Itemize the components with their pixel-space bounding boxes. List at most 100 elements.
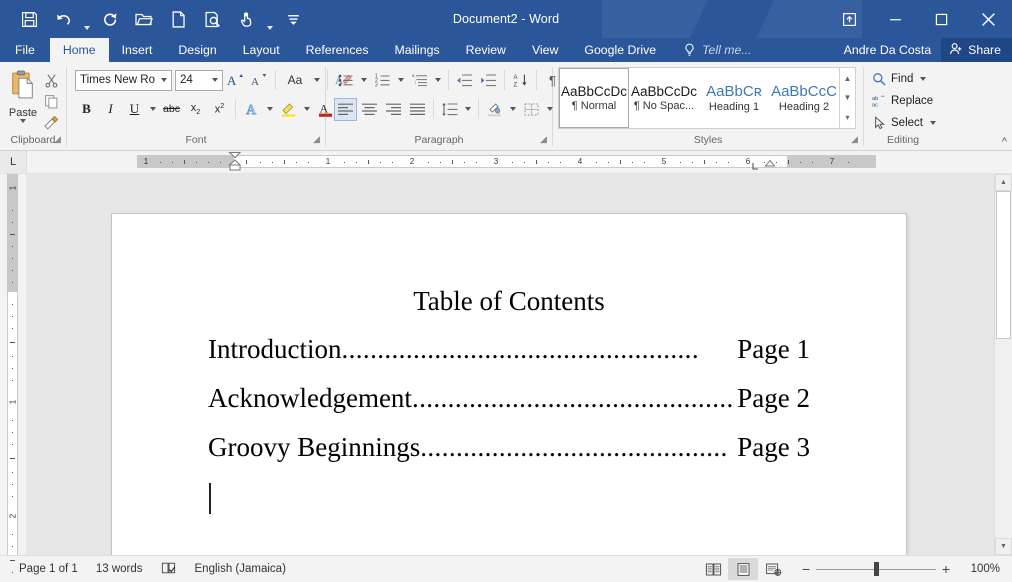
italic-button[interactable]: I xyxy=(99,98,122,121)
customize-qat-icon[interactable] xyxy=(276,4,310,34)
document-canvas[interactable]: Table of Contents Introduction .........… xyxy=(27,174,994,555)
paragraph-dialog-launcher-icon[interactable]: ◢ xyxy=(539,135,548,144)
change-case-button[interactable]: Aa xyxy=(280,69,310,92)
highlight-dropdown-icon[interactable] xyxy=(301,98,313,121)
collapse-ribbon-icon[interactable]: ^ xyxy=(1002,136,1007,148)
justify-icon[interactable] xyxy=(406,98,429,121)
decrease-indent-icon[interactable] xyxy=(453,69,476,92)
paste-button[interactable]: Paste xyxy=(5,68,41,132)
superscript-button[interactable]: x2 xyxy=(208,98,231,121)
tab-layout[interactable]: Layout xyxy=(230,38,293,62)
style-heading-2[interactable]: AaBbCcC Heading 2 xyxy=(769,68,839,128)
font-name-dropdown-icon[interactable] xyxy=(157,78,171,82)
tab-file[interactable]: File xyxy=(0,38,50,62)
font-size-dropdown-icon[interactable] xyxy=(208,78,222,82)
styles-more-icon[interactable]: ▾ xyxy=(840,109,855,126)
align-right-icon[interactable] xyxy=(382,98,405,121)
undo-dropdown-icon[interactable] xyxy=(80,0,93,39)
horizontal-ruler[interactable]: 1 1 2 3 4 5 6 7 xyxy=(27,151,986,173)
view-print-layout[interactable] xyxy=(728,558,758,580)
style-heading-1[interactable]: AaBbCʀ Heading 1 xyxy=(699,68,769,128)
format-painter-icon[interactable] xyxy=(41,113,61,132)
zoom-in-button[interactable]: + xyxy=(936,562,956,576)
shading-icon[interactable] xyxy=(483,98,506,121)
zoom-level[interactable]: 100% xyxy=(956,563,1004,575)
bullets-dropdown-icon[interactable] xyxy=(358,69,370,92)
minimize-button[interactable] xyxy=(872,3,918,35)
account-name[interactable]: Andre Da Costa xyxy=(844,38,942,62)
new-document-icon[interactable] xyxy=(161,4,195,34)
tell-me-search[interactable]: Tell me... xyxy=(669,38,761,62)
view-read-mode[interactable] xyxy=(698,558,728,580)
paste-dropdown-icon[interactable] xyxy=(20,119,26,123)
bold-button[interactable]: B xyxy=(75,98,98,121)
scrollbar-track[interactable] xyxy=(995,191,1012,538)
bullets-icon[interactable] xyxy=(334,69,357,92)
touch-mode-dropdown-icon[interactable] xyxy=(263,0,276,39)
tab-references[interactable]: References xyxy=(293,38,382,62)
copy-icon[interactable] xyxy=(41,92,61,111)
grow-font-icon[interactable]: A xyxy=(224,69,247,92)
shading-dropdown-icon[interactable] xyxy=(507,98,519,121)
tab-mailings[interactable]: Mailings xyxy=(382,38,453,62)
scroll-down-icon[interactable]: ▼ xyxy=(995,538,1012,555)
font-size-combo[interactable]: 24 xyxy=(175,69,223,91)
tab-view[interactable]: View xyxy=(519,38,571,62)
touch-mode-icon[interactable] xyxy=(229,4,263,34)
redo-icon[interactable] xyxy=(93,4,127,34)
find-dropdown-icon[interactable] xyxy=(920,76,927,81)
share-button[interactable]: Share xyxy=(941,38,1012,62)
align-center-icon[interactable] xyxy=(358,98,381,121)
tab-review[interactable]: Review xyxy=(453,38,519,62)
zoom-control[interactable]: − + 100% xyxy=(788,562,1004,576)
line-spacing-dropdown-icon[interactable] xyxy=(462,98,474,121)
page-count[interactable]: Page 1 of 1 xyxy=(10,556,87,582)
increase-indent-icon[interactable] xyxy=(477,69,500,92)
style-no-spacing[interactable]: AaBbCcDc ¶ No Spac... xyxy=(629,68,699,128)
vertical-ruler[interactable]: 1 1 2 xyxy=(0,174,27,573)
numbering-icon[interactable]: 123 xyxy=(371,69,394,92)
undo-icon[interactable] xyxy=(46,4,80,34)
text-effects-icon[interactable]: A xyxy=(240,98,263,121)
tab-selector[interactable]: L xyxy=(0,151,27,173)
borders-icon[interactable] xyxy=(520,98,543,121)
tab-google-drive[interactable]: Google Drive xyxy=(571,38,669,62)
styles-scroll-up-icon[interactable]: ▲ xyxy=(840,70,855,87)
zoom-slider-thumb[interactable] xyxy=(873,562,879,576)
change-case-dropdown-icon[interactable] xyxy=(311,69,323,92)
vertical-scrollbar[interactable]: ▲ ▼ xyxy=(994,174,1012,555)
highlight-color-icon[interactable] xyxy=(277,98,300,121)
ribbon-display-options-icon[interactable] xyxy=(826,3,872,35)
sort-icon[interactable]: AZ xyxy=(509,69,532,92)
text-effects-dropdown-icon[interactable] xyxy=(264,98,276,121)
save-icon[interactable] xyxy=(12,4,46,34)
cut-icon[interactable] xyxy=(41,71,61,90)
clipboard-dialog-launcher-icon[interactable]: ◢ xyxy=(53,135,62,144)
replace-button[interactable]: ab ac Replace xyxy=(869,90,936,111)
shrink-font-icon[interactable]: A xyxy=(248,69,271,92)
styles-scroll-down-icon[interactable]: ▼ xyxy=(840,90,855,107)
proofing-status[interactable] xyxy=(152,556,186,582)
print-preview-icon[interactable] xyxy=(195,4,229,34)
tab-insert[interactable]: Insert xyxy=(109,38,166,62)
maximize-button[interactable] xyxy=(918,3,964,35)
align-left-icon[interactable] xyxy=(334,97,357,121)
numbering-dropdown-icon[interactable] xyxy=(395,69,407,92)
document-content[interactable]: Table of Contents Introduction .........… xyxy=(208,286,810,515)
multilevel-list-icon[interactable]: ai xyxy=(408,69,431,92)
multilevel-dropdown-icon[interactable] xyxy=(432,69,444,92)
indent-markers-left[interactable] xyxy=(227,151,243,173)
zoom-slider[interactable] xyxy=(816,562,936,576)
scroll-up-icon[interactable]: ▲ xyxy=(995,174,1012,191)
underline-button[interactable]: U xyxy=(123,98,146,121)
styles-dialog-launcher-icon[interactable]: ◢ xyxy=(850,135,859,144)
line-spacing-icon[interactable] xyxy=(438,98,461,121)
close-button[interactable] xyxy=(964,3,1012,35)
select-dropdown-icon[interactable] xyxy=(929,120,936,125)
subscript-button[interactable]: x2 xyxy=(184,98,207,121)
style-normal[interactable]: AaBbCcDc ¶ Normal xyxy=(559,68,629,128)
indent-marker-right[interactable] xyxy=(764,159,776,172)
find-button[interactable]: Find xyxy=(869,68,936,89)
underline-dropdown-icon[interactable] xyxy=(147,98,159,121)
language-status[interactable]: English (Jamaica) xyxy=(186,556,295,582)
